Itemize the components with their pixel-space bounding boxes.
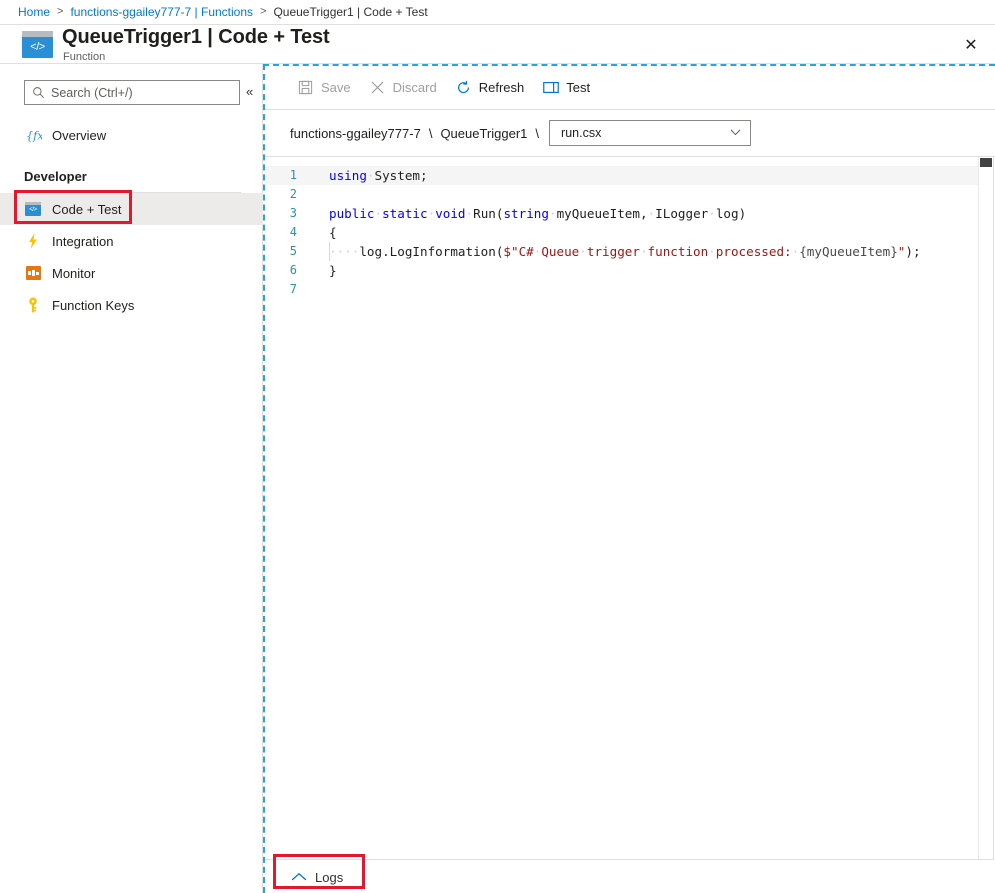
logs-label: Logs — [315, 870, 343, 885]
code-text: ····log.LogInformation($"C#·Queue·trigge… — [307, 242, 994, 261]
line-number: 2 — [265, 185, 307, 204]
discard-button[interactable]: Discard — [360, 72, 446, 102]
blade-header: </> QueueTrigger1 | Code + Test Function… — [0, 25, 995, 63]
svg-text:{fx}: {fx} — [26, 129, 42, 142]
sidebar-item-label: Integration — [52, 234, 113, 249]
key-icon — [24, 296, 42, 314]
icon-glyph: </> — [22, 37, 53, 58]
breadcrumb-item-functions[interactable]: functions-ggailey777-7 | Functions — [70, 5, 253, 19]
search-icon — [32, 86, 45, 99]
code-line: 1 using·System; — [265, 166, 994, 185]
chevron-up-icon — [291, 872, 307, 882]
search-input[interactable] — [51, 82, 223, 103]
save-disk-icon — [297, 79, 314, 96]
monitor-chart-icon — [24, 264, 42, 282]
line-number: 1 — [265, 166, 307, 185]
refresh-circle-icon — [455, 79, 472, 96]
refresh-button[interactable]: Refresh — [446, 72, 534, 102]
save-label: Save — [321, 80, 351, 95]
blade-sidebar: « {fx} Overview Developer — [0, 64, 263, 893]
code-line: 6 } — [265, 261, 994, 280]
command-bar: Save Discard Refresh — [264, 65, 995, 109]
sidebar-nav-list: {fx} Overview Developer </> Code + Test — [0, 119, 263, 321]
azure-portal-blade: Home > functions-ggailey777-7 | Function… — [0, 0, 995, 893]
breadcrumb-separator: > — [260, 6, 266, 18]
line-number: 6 — [265, 261, 307, 280]
sidebar-item-label: Monitor — [52, 266, 95, 281]
breadcrumb: Home > functions-ggailey777-7 | Function… — [0, 0, 995, 24]
sidebar-item-code-test[interactable]: </> Code + Test — [0, 193, 263, 225]
line-number: 7 — [265, 280, 307, 299]
breadcrumb-item-current: QueueTrigger1 | Code + Test — [273, 5, 427, 19]
code-text: using·System; — [307, 166, 994, 185]
test-button[interactable]: Test — [533, 72, 599, 102]
page-title: QueueTrigger1 | Code + Test — [62, 26, 330, 49]
blade-content: Save Discard Refresh — [264, 65, 995, 893]
sidebar-item-label: Overview — [52, 128, 106, 143]
sidebar-item-label: Function Keys — [52, 298, 134, 313]
path-function-name: QueueTrigger1 — [440, 126, 527, 141]
code-line: 3 public·static·void·Run(string·myQueueI… — [265, 204, 994, 223]
close-blade-button[interactable]: ✕ — [955, 29, 987, 61]
sidebar-item-monitor[interactable]: Monitor — [0, 257, 263, 289]
save-button[interactable]: Save — [288, 72, 360, 102]
sidebar-item-integration[interactable]: Integration — [0, 225, 263, 257]
editor-scrollbar-thumb[interactable] — [980, 158, 992, 167]
page-subtitle: Function — [63, 51, 105, 63]
file-select-dropdown[interactable]: run.csx — [549, 120, 751, 146]
code-text — [307, 280, 994, 299]
line-number: 3 — [265, 204, 307, 223]
path-app-name: functions-ggailey777-7 — [290, 126, 421, 141]
sidebar-group-developer: Developer — [0, 159, 263, 193]
collapse-sidebar-button[interactable]: « — [246, 85, 253, 99]
cancel-x-icon — [369, 79, 386, 96]
nav-spacer — [0, 151, 263, 159]
test-window-icon — [542, 79, 559, 96]
code-line: 4 { — [265, 223, 994, 242]
lightning-bolt-icon — [24, 232, 42, 250]
logs-bar: Logs — [265, 861, 994, 893]
sidebar-group-label: Developer — [24, 169, 87, 184]
file-select-value: run.csx — [561, 126, 601, 140]
code-line: 2 — [265, 185, 994, 204]
sidebar-item-label: Code + Test — [52, 202, 122, 217]
path-separator: \ — [429, 126, 433, 141]
sidebar-item-function-keys[interactable]: Function Keys — [0, 289, 263, 321]
sidebar-item-overview[interactable]: {fx} Overview — [0, 119, 263, 151]
code-text: public·static·void·Run(string·myQueueIte… — [307, 204, 994, 223]
function-fx-icon: {fx} — [24, 126, 42, 144]
code-text — [307, 185, 994, 204]
code-editor[interactable]: 1 using·System; 2 3 public·static·void·R… — [265, 157, 994, 860]
refresh-label: Refresh — [479, 80, 525, 95]
code-line: 7 — [265, 280, 994, 299]
code-editor-lines: 1 using·System; 2 3 public·static·void·R… — [265, 166, 994, 299]
logs-toggle-button[interactable]: Logs — [285, 864, 353, 890]
file-path-bar: functions-ggailey777-7 \ QueueTrigger1 \… — [264, 110, 995, 156]
line-number: 5 — [265, 242, 307, 261]
search-box[interactable] — [24, 80, 240, 105]
code-function-icon: </> — [22, 31, 53, 58]
chevron-down-icon — [730, 128, 741, 139]
breadcrumb-item-home[interactable]: Home — [18, 5, 50, 19]
code-text: { — [307, 223, 994, 242]
code-icon: </> — [24, 200, 42, 218]
breadcrumb-separator: > — [57, 6, 63, 18]
code-text: } — [307, 261, 994, 280]
code-line: 5 ····log.LogInformation($"C#·Queue·trig… — [265, 242, 994, 261]
discard-label: Discard — [393, 80, 437, 95]
editor-vertical-scrollbar[interactable] — [979, 157, 993, 860]
line-number: 4 — [265, 223, 307, 242]
test-label: Test — [566, 80, 590, 95]
path-separator: \ — [535, 126, 539, 141]
